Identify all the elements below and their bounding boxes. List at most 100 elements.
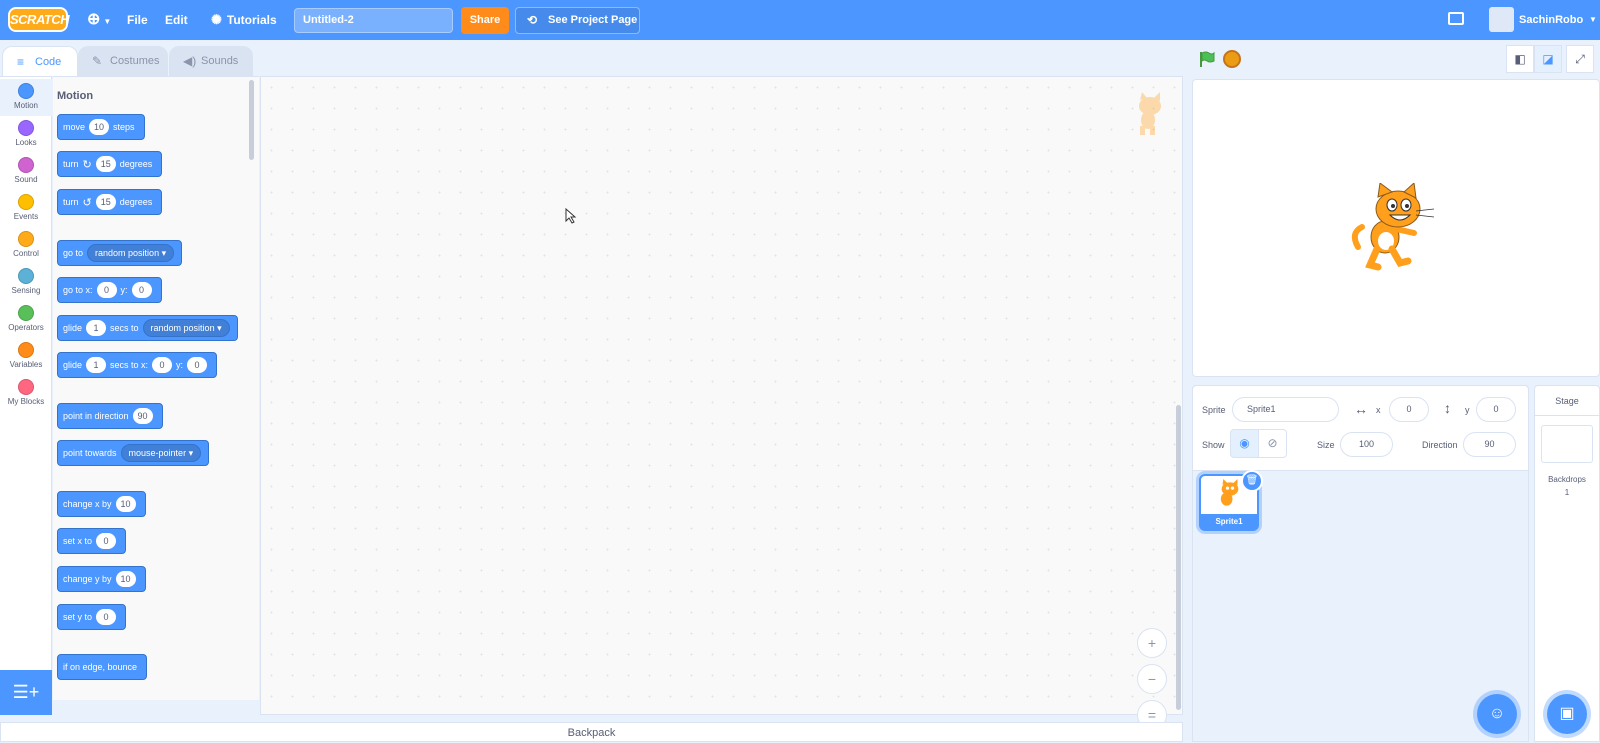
- y-position-input[interactable]: 0: [1476, 397, 1516, 422]
- block-dropdown[interactable]: mouse-pointer ▾: [120, 444, 202, 462]
- category-variables[interactable]: Variables: [0, 338, 52, 375]
- block-number-input[interactable]: 15: [95, 194, 116, 210]
- category-my-blocks[interactable]: My Blocks: [0, 375, 52, 412]
- fullscreen-button[interactable]: ⤢: [1566, 45, 1594, 73]
- cat-plus-icon: ☺: [1488, 705, 1506, 722]
- zoom-out-button[interactable]: −: [1137, 664, 1167, 694]
- stop-icon[interactable]: [1223, 50, 1241, 68]
- file-menu[interactable]: File: [127, 0, 148, 40]
- sprite-watermark-icon: [1139, 92, 1161, 135]
- category-operators[interactable]: Operators: [0, 301, 52, 338]
- block-number-input[interactable]: 0: [131, 282, 152, 298]
- block-point-in-direction[interactable]: point in direction 90: [57, 403, 163, 429]
- edit-menu[interactable]: Edit: [165, 0, 188, 40]
- add-backdrop-button[interactable]: ▣: [1547, 694, 1587, 734]
- hide-sprite-button[interactable]: ⊘: [1258, 429, 1287, 458]
- block-text: go to x:: [63, 285, 93, 295]
- show-sprite-button[interactable]: ◉: [1230, 429, 1259, 458]
- category-dot-icon: [18, 231, 34, 247]
- category-events[interactable]: Events: [0, 190, 52, 227]
- block-number-input[interactable]: 0: [187, 357, 208, 373]
- tab-sounds[interactable]: ◀) Sounds: [169, 46, 253, 76]
- block-number-input[interactable]: 1: [86, 320, 107, 336]
- block-number-input[interactable]: 10: [115, 496, 136, 512]
- block-number-input[interactable]: 90: [132, 408, 153, 424]
- block-dropdown[interactable]: random position ▾: [87, 244, 175, 262]
- block-number-input[interactable]: 15: [95, 156, 116, 172]
- avatar[interactable]: [1489, 7, 1514, 32]
- block-change-x[interactable]: change x by 10: [57, 491, 146, 517]
- small-stage-button[interactable]: ◧: [1506, 45, 1534, 73]
- category-sound[interactable]: Sound: [0, 153, 52, 190]
- category-looks[interactable]: Looks: [0, 116, 52, 153]
- tab-costumes-label: Costumes: [110, 55, 160, 67]
- tab-code[interactable]: ≡ Code: [2, 46, 78, 76]
- lightbulb-icon: ✺: [211, 12, 222, 27]
- x-position-input[interactable]: 0: [1389, 397, 1429, 422]
- stage-thumbnail[interactable]: [1541, 425, 1593, 463]
- add-extension-button[interactable]: ☰+: [0, 670, 52, 715]
- block-turn-right[interactable]: turn ↻ 15 degrees: [57, 151, 163, 177]
- username[interactable]: SachinRobo: [1519, 0, 1583, 40]
- block-move-steps[interactable]: move 10 steps: [57, 114, 145, 140]
- size-input[interactable]: 100: [1340, 432, 1393, 457]
- category-dot-icon: [18, 268, 34, 284]
- sprite-name-input[interactable]: Sprite1: [1232, 397, 1339, 422]
- delete-sprite-button[interactable]: 🗑: [1241, 470, 1263, 492]
- zoom-reset-icon: =: [1147, 707, 1157, 723]
- block-set-x[interactable]: set x to 0: [57, 528, 127, 554]
- category-motion[interactable]: Motion: [0, 79, 52, 116]
- size-label: Size: [1317, 440, 1335, 450]
- sprite-thumbnail-label: Sprite1: [1201, 514, 1257, 529]
- green-flag-icon[interactable]: [1197, 50, 1215, 68]
- dropdown-value: random position: [95, 248, 160, 258]
- cat-sprite-icon[interactable]: [1350, 183, 1440, 271]
- block-turn-left[interactable]: turn ↺ 15 degrees: [57, 189, 163, 215]
- block-number-input[interactable]: 0: [152, 357, 173, 373]
- block-glide-xy[interactable]: glide 1 secs to x: 0 y: 0: [57, 352, 218, 378]
- category-sensing[interactable]: Sensing: [0, 264, 52, 301]
- category-dot-icon: [18, 120, 34, 136]
- tutorials-button[interactable]: ✺ Tutorials: [211, 0, 277, 40]
- stage-target-pane[interactable]: Stage Backdrops 1: [1534, 385, 1600, 742]
- workspace-scrollbar[interactable]: [1176, 405, 1181, 710]
- category-label: Control: [13, 249, 39, 258]
- block-number-input[interactable]: 0: [96, 533, 117, 549]
- direction-input[interactable]: 90: [1463, 432, 1516, 457]
- see-project-page-button[interactable]: ⟲ See Project Page: [515, 7, 640, 34]
- block-go-to[interactable]: go to random position ▾: [57, 240, 183, 266]
- script-workspace[interactable]: [260, 76, 1183, 715]
- language-menu[interactable]: ⊕ ▼: [87, 0, 111, 40]
- category-control[interactable]: Control: [0, 227, 52, 264]
- scratch-logo[interactable]: SCRATCH: [8, 7, 70, 32]
- category-dot-icon: [18, 305, 34, 321]
- block-text: move: [63, 122, 86, 132]
- block-go-to-xy[interactable]: go to x: 0 y: 0: [57, 277, 162, 303]
- block-glide-to[interactable]: glide 1 secs to random position ▾: [57, 315, 238, 341]
- block-dropdown[interactable]: random position ▾: [142, 319, 230, 337]
- backpack[interactable]: Backpack: [0, 722, 1183, 742]
- block-number-input[interactable]: 1: [86, 357, 107, 373]
- project-title-input[interactable]: Untitled-2: [294, 8, 453, 33]
- block-number-input[interactable]: 0: [96, 609, 117, 625]
- block-number-input[interactable]: 10: [115, 571, 136, 587]
- menu-bar: SCRATCH ⊕ ▼ File Edit ✺ Tutorials Untitled…: [0, 0, 1600, 40]
- block-bounce[interactable]: if on edge, bounce: [57, 654, 148, 680]
- block-number-input[interactable]: 0: [96, 282, 117, 298]
- palette-scrollbar[interactable]: [249, 80, 254, 160]
- stage-pane-title: Stage: [1535, 386, 1599, 416]
- chevron-down-icon[interactable]: ▼: [1589, 0, 1597, 40]
- tab-costumes[interactable]: ✎ Costumes: [78, 46, 168, 76]
- folder-icon[interactable]: [1448, 12, 1464, 25]
- block-set-y[interactable]: set y to 0: [57, 604, 127, 630]
- add-sprite-button[interactable]: ☺: [1477, 694, 1517, 734]
- block-point-towards[interactable]: point towards mouse-pointer ▾: [57, 440, 210, 466]
- zoom-out-icon: −: [1147, 671, 1157, 687]
- share-button[interactable]: Share: [461, 7, 509, 34]
- normal-stage-button[interactable]: ◪: [1534, 45, 1562, 73]
- tutorials-label: Tutorials: [226, 13, 277, 27]
- block-number-input[interactable]: 10: [89, 119, 110, 135]
- zoom-in-button[interactable]: +: [1137, 628, 1167, 658]
- brush-icon: ✎: [92, 54, 103, 68]
- block-change-y[interactable]: change y by 10: [57, 566, 146, 592]
